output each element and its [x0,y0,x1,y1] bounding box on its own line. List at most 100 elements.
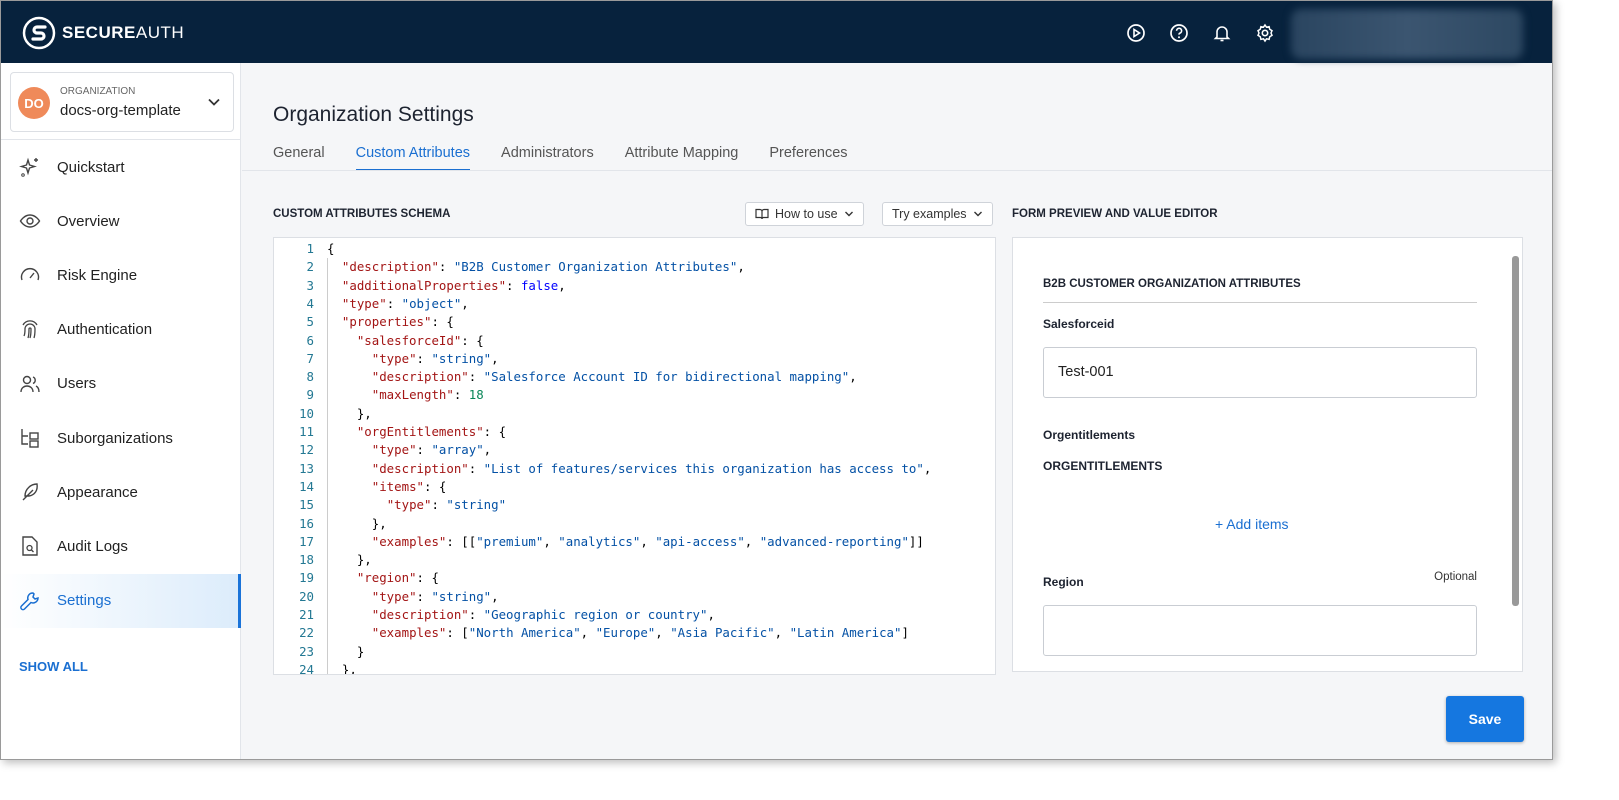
code-line: "type": "string" [327,497,506,512]
users-icon [20,375,40,392]
sidebar-item-users[interactable]: Users [1,357,241,411]
code-token: "type" [341,295,387,311]
code-token: , [483,442,492,458]
line-number: 9 [306,387,314,403]
tab-attribute-mapping[interactable]: Attribute Mapping [625,145,739,171]
audit-logs-icon [22,536,38,557]
code-token: ]] [908,533,924,549]
tab-preferences[interactable]: Preferences [769,145,847,171]
sidebar-item-suborganizations[interactable]: Suborganizations [1,411,241,465]
tab-administrators[interactable]: Administrators [501,145,594,171]
line-number: 24 [299,661,314,675]
code-line: "examples": [["premium", "analytics", "a… [327,534,924,549]
sidebar-item-risk-engine[interactable]: Risk Engine [1,248,241,302]
region-input[interactable] [1043,605,1477,656]
gear-icon[interactable] [1255,23,1275,43]
code-token: "List of features/services this organiza… [483,460,924,476]
code-token: , [491,588,499,604]
code-line: "type": "array", [327,442,491,457]
code-token: , [655,625,671,641]
code-token: , [849,369,857,385]
preview-heading: FORM PREVIEW AND VALUE EDITOR [1012,208,1218,220]
code-line: "items": { [327,478,447,494]
tab-general[interactable]: General [273,145,325,171]
sidebar-item-audit-logs[interactable]: Audit Logs [1,519,241,573]
code-token: : [416,442,432,458]
code-token: , [744,533,760,549]
app-window: SECUREAUTH DO ORGANIZATION docs-org-temp… [0,0,1553,760]
line-number: 12 [299,442,314,458]
code-token: 18 [468,387,484,403]
code-token: : [416,588,432,604]
code-line: }, [327,552,372,567]
bell-icon[interactable] [1212,23,1232,43]
code-line: "type": "string", [327,589,499,604]
code-token: "description" [371,460,469,476]
sidebar-item-overview[interactable]: Overview [1,194,241,248]
code-token: "description" [371,369,469,385]
org-label: ORGANIZATION [60,86,136,97]
user-menu-blurred[interactable] [1291,9,1523,59]
tab-custom-attributes[interactable]: Custom Attributes [355,145,471,171]
help-icon[interactable] [1169,23,1189,43]
code-token: : { [483,424,507,439]
overview-icon [19,214,41,228]
code-token: , [558,277,566,293]
code-token: "Europe" [595,625,656,641]
org-switcher[interactable]: DO ORGANIZATION docs-org-template [10,72,234,132]
brand-bold: SECURE [62,23,136,42]
sidebar-item-settings[interactable]: Settings [1,573,241,628]
sidebar-item-quickstart[interactable]: Quickstart [1,140,241,194]
code-token: : [468,460,484,476]
schema-heading: CUSTOM ATTRIBUTES SCHEMA [273,208,451,220]
code-token: , [707,607,715,622]
salesforceid-input[interactable]: Test-001 [1043,347,1477,398]
sidebar-item-appearance[interactable]: Appearance [1,465,241,519]
code-token: ] [901,625,909,641]
code-token: : [[ [446,533,477,549]
code-token: , [923,460,932,476]
secureauth-logo[interactable]: SECUREAUTH [22,16,184,50]
add-items-button[interactable]: + Add items [1215,516,1289,532]
how-to-use-button[interactable]: How to use [745,202,864,226]
sidebar-item-label: Risk Engine [57,266,138,284]
code-token: "string" [446,497,507,513]
code-token: "orgEntitlements" [356,424,484,439]
quickstart-icon [19,157,38,177]
code-token: "Geographic region or country" [483,607,708,622]
sidebar-item-authentication[interactable]: Authentication [1,303,241,357]
code-token: "items" [371,478,424,494]
code-token: }, [327,552,372,568]
line-number: 8 [306,369,314,385]
line-number: 4 [306,295,314,311]
code-token: "array" [431,442,484,458]
code-line: "description": "B2B Customer Organizatio… [327,259,745,274]
line-number: 20 [299,588,314,604]
code-token: "Salesforce Account ID for bidirectional… [483,369,850,385]
code-token: "examples" [371,533,447,549]
sidebar-item-label: Appearance [57,483,138,501]
line-number: 2 [306,259,314,275]
line-number: 19 [299,570,314,586]
try-examples-button[interactable]: Try examples [882,202,993,226]
line-number: 21 [299,607,314,622]
line-number: 10 [299,405,314,421]
line-number: 15 [299,497,314,513]
show-all-link[interactable]: SHOW ALL [19,659,88,674]
code-token: , [737,259,745,275]
code-token: "Asia Pacific" [670,625,775,641]
save-button[interactable]: Save [1446,696,1524,742]
code-token: "region" [356,570,417,586]
code-token: "type" [386,497,432,513]
book-icon [755,208,769,220]
code-token: : { [423,478,447,494]
vertical-scrollbar[interactable] [1512,256,1519,606]
code-line: "additionalProperties": false, [327,278,566,293]
schema-code-editor[interactable]: 1 {2 "description": "B2B Customer Organiz… [273,237,996,675]
code-token: : [438,259,454,275]
play-circle-icon[interactable] [1126,23,1146,43]
brand-light: AUTH [135,23,185,42]
